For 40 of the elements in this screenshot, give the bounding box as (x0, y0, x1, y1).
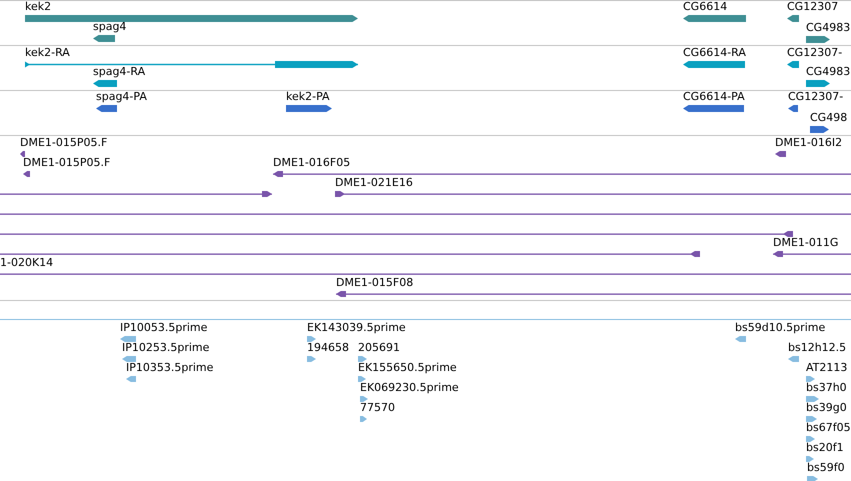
feature-label: spag4 (93, 20, 126, 33)
feature-label: CG6614-PA (683, 90, 745, 103)
feature-label: bs59f0 (807, 461, 845, 474)
feature-label: DME1-016I2 (775, 136, 842, 149)
feature-label: EK155650.5prime (358, 361, 457, 374)
feature-label: IP10053.5prime (120, 321, 208, 334)
feature-label: DME1-015F08 (336, 276, 414, 289)
feature-label: 77570 (360, 401, 395, 414)
feature-label: DME1-015P05.F (23, 156, 110, 169)
feature-label: spag4-RA (93, 65, 146, 78)
feature-label: kek2-RA (25, 46, 70, 59)
feature-label: bs12h12.5 (788, 341, 846, 354)
feature-label: CG12307 (787, 0, 838, 13)
feature-label: CG4983 (806, 65, 850, 78)
feature-label: bs39g0 (806, 401, 847, 414)
feature-label: CG4983 (806, 21, 850, 34)
feature-label: 205691 (358, 341, 400, 354)
feature-label: bs67f05 (806, 421, 851, 434)
feature-label: DME1-021E16 (335, 176, 413, 189)
feature-label: bs59d10.5prime (735, 321, 826, 334)
feature-label: 1-020K14 (0, 256, 54, 269)
feature-label: IP10253.5prime (122, 341, 210, 354)
feature-label: DME1-011G (773, 236, 838, 249)
feature-label: CG12307- (787, 46, 842, 59)
feature-label: CG6614 (683, 0, 728, 13)
feature-label: kek2 (25, 0, 52, 13)
feature-label: EK069230.5prime (360, 381, 459, 394)
feature-label: AT2113 (806, 361, 848, 374)
feature-label: kek2-PA (286, 90, 330, 103)
feature-label: CG12307- (788, 90, 844, 103)
feature-label: 194658 (307, 341, 349, 354)
feature-label: EK143039.5prime (307, 321, 406, 334)
feature-label: bs20f1 (806, 441, 844, 454)
feature-label: CG6614-RA (683, 46, 746, 59)
feature-label: IP10353.5prime (126, 361, 214, 374)
feature-label: DME1-015P05.F (20, 136, 108, 149)
feature-label: spag4-PA (96, 90, 147, 103)
feature-label: bs37h0 (806, 381, 847, 394)
feature-label: DME1-016F05 (273, 156, 350, 169)
feature-label: CG498 (810, 111, 848, 124)
